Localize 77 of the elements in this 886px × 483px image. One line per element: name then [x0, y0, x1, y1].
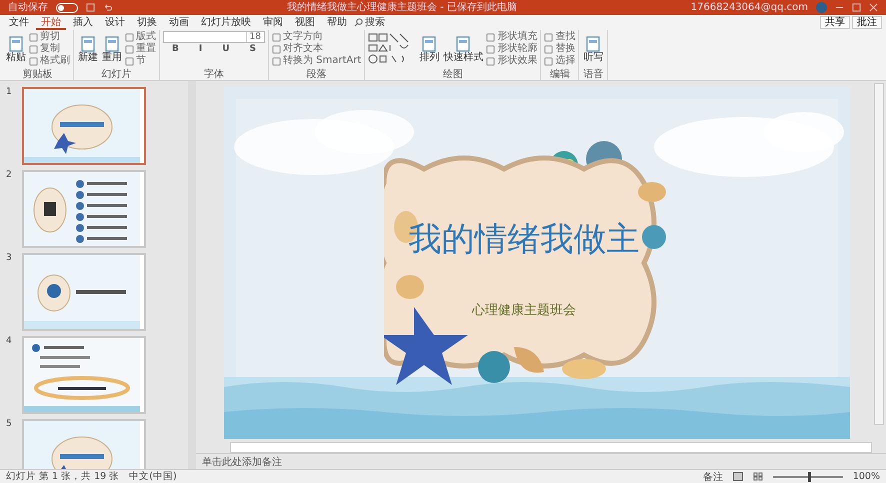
- slide-number: 2: [6, 170, 13, 182]
- ribbon-tab[interactable]: 设计: [100, 15, 130, 30]
- ribbon-tab[interactable]: 文件: [4, 15, 34, 30]
- format-button[interactable]: B: [163, 44, 188, 54]
- search-icon: [354, 18, 363, 27]
- zoom-level: 100%: [852, 471, 880, 482]
- ribbon-button[interactable]: 新建: [77, 36, 99, 62]
- format-button[interactable]: U: [213, 44, 239, 54]
- font-size-field[interactable]: 18: [163, 31, 265, 43]
- slide-number: 3: [6, 253, 13, 265]
- ribbon-tab[interactable]: 幻灯片放映: [196, 15, 256, 30]
- ribbon-button[interactable]: 查找: [544, 31, 576, 43]
- document-icon: [104, 36, 120, 52]
- share-button[interactable]: 共享: [820, 16, 850, 29]
- ribbon-button[interactable]: 复制: [29, 43, 70, 55]
- ribbon-button[interactable]: 对齐文本: [272, 43, 362, 55]
- ribbon-button[interactable]: 形状填充: [486, 31, 538, 43]
- group-label: 语音: [582, 69, 604, 80]
- document-icon: [421, 36, 438, 52]
- ribbon-button[interactable]: 版式: [125, 31, 156, 43]
- format-button[interactable]: I: [190, 44, 212, 54]
- language-indicator: 中文(中国): [129, 470, 177, 483]
- ribbon-button[interactable]: 选择: [544, 55, 576, 67]
- horizontal-scrollbar[interactable]: [230, 442, 872, 453]
- close-icon[interactable]: [869, 3, 878, 12]
- normal-view-icon[interactable]: [732, 472, 743, 481]
- ribbon-tab[interactable]: 动画: [164, 15, 194, 30]
- document-icon: [8, 36, 24, 52]
- ribbon-button[interactable]: 形状轮廓: [486, 43, 538, 55]
- slide-subtitle[interactable]: 心理健康主题班会: [444, 301, 604, 319]
- ribbon-button[interactable]: 重用: [101, 36, 123, 62]
- autosave-toggle[interactable]: [56, 2, 78, 12]
- ribbon-button[interactable]: 形状效果: [486, 55, 538, 67]
- slide-title[interactable]: 我的情绪我做主: [384, 217, 664, 262]
- zoom-slider-thumb[interactable]: [808, 472, 811, 482]
- sorter-view-icon[interactable]: [752, 472, 763, 481]
- notes-placeholder: 单击此处添加备注: [202, 456, 282, 468]
- ribbon-button[interactable]: 排列: [418, 36, 440, 62]
- slide-count: 幻灯片 第 1 张，共 19 张: [6, 470, 120, 483]
- ribbon-button[interactable]: 格式刷: [29, 55, 70, 67]
- ribbon-button[interactable]: 快速样式: [442, 36, 484, 62]
- format-button[interactable]: S: [240, 44, 265, 54]
- maximize-icon[interactable]: [852, 3, 861, 12]
- group-label: 剪贴板: [22, 69, 54, 80]
- vertical-scrollbar[interactable]: [874, 83, 884, 425]
- ribbon-tab[interactable]: 审阅: [258, 15, 288, 30]
- ribbon-button[interactable]: 转换为 SmartArt: [272, 55, 362, 67]
- ribbon-button[interactable]: 剪切: [29, 31, 70, 43]
- group-label: 绘图: [442, 69, 464, 80]
- ribbon-button[interactable]: 节: [125, 55, 156, 67]
- search-field[interactable]: 搜索: [365, 17, 401, 28]
- ribbon-tab[interactable]: 插入: [68, 15, 98, 30]
- ribbon-button[interactable]: 重置: [125, 43, 156, 55]
- autosave-label: 自动保存: [8, 2, 48, 14]
- account-name: 17668243064@qq.com: [690, 2, 808, 14]
- ribbon-button[interactable]: 文字方向: [272, 31, 362, 43]
- group-label: 段落: [306, 69, 328, 80]
- slide-number: 4: [6, 336, 13, 348]
- group-label: 幻灯片: [100, 69, 132, 80]
- ribbon-button[interactable]: 听写: [582, 36, 604, 62]
- ribbon-tab[interactable]: 视图: [290, 15, 320, 30]
- document-icon: [455, 36, 472, 52]
- ribbon-tab[interactable]: 帮助: [322, 15, 352, 30]
- ribbon-tab[interactable]: 切换: [132, 15, 162, 30]
- comments-button[interactable]: 批注: [852, 16, 882, 29]
- save-icon[interactable]: [86, 3, 95, 12]
- document-title: 我的情绪我做主心理健康主题班会 - 已保存到此电脑: [286, 2, 517, 14]
- group-label: 编辑: [548, 69, 571, 80]
- document-icon: [585, 36, 602, 52]
- document-icon: [80, 36, 96, 52]
- ribbon-button[interactable]: 替换: [544, 43, 576, 55]
- slide-number: 5: [6, 419, 13, 431]
- undo-icon[interactable]: [103, 3, 113, 12]
- notes-button[interactable]: 备注: [702, 470, 723, 483]
- slide-number: 1: [6, 87, 13, 99]
- group-label: 字体: [203, 69, 225, 80]
- ribbon-button[interactable]: 粘贴: [5, 36, 27, 62]
